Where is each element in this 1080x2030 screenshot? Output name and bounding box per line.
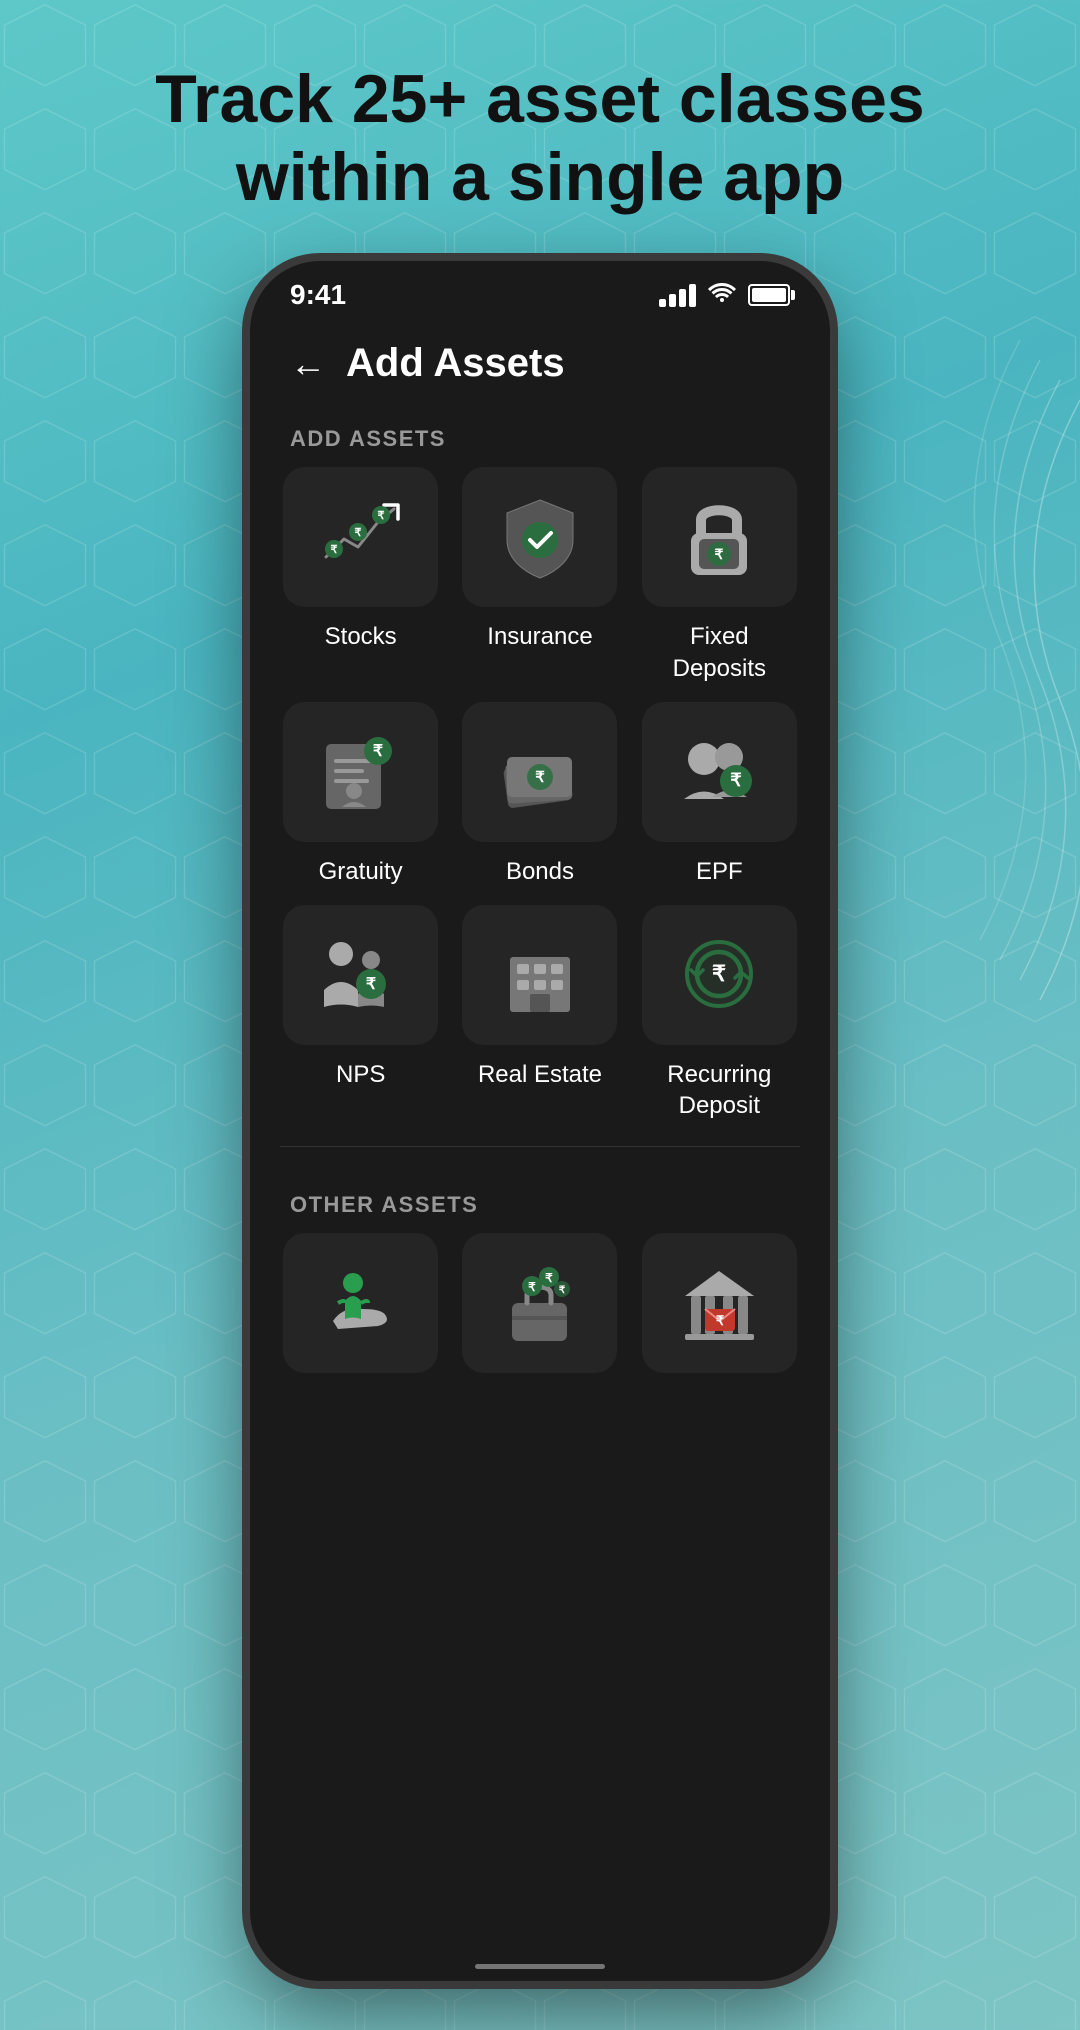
asset-gratuity[interactable]: ₹ Gratuity (280, 702, 441, 887)
page-header: ← Add Assets (250, 311, 830, 406)
page-title: Add Assets (346, 341, 565, 386)
asset-stocks[interactable]: ₹ ₹ ₹ Stocks (280, 467, 441, 683)
svg-text:₹: ₹ (377, 510, 384, 522)
asset-nps[interactable]: ₹ NPS (280, 905, 441, 1121)
svg-text:₹: ₹ (716, 1313, 725, 1328)
add-assets-label: ADD ASSETS (250, 406, 830, 467)
svg-text:₹: ₹ (529, 1280, 537, 1294)
gratuity-icon-box: ₹ (283, 702, 438, 842)
nps-icon-box: ₹ (283, 905, 438, 1045)
insurance-icon-box (462, 467, 617, 607)
svg-text:₹: ₹ (366, 976, 376, 993)
bonds-icon-box: ₹ (462, 702, 617, 842)
other-assets-grid: ₹ ₹ ₹ (250, 1233, 830, 1387)
headline: Track 25+ asset classes within a single … (95, 60, 984, 216)
svg-text:₹: ₹ (712, 961, 726, 986)
home-indicator (475, 1964, 605, 1969)
svg-text:₹: ₹ (373, 743, 383, 760)
other-1-icon-box (283, 1233, 438, 1373)
other-2-icon-box: ₹ ₹ ₹ (462, 1233, 617, 1373)
asset-epf[interactable]: ₹ EPF (639, 702, 800, 887)
other-3-icon-box: ₹ (642, 1233, 797, 1373)
status-icons (659, 281, 790, 310)
asset-recurring-deposit[interactable]: ₹ RecurringDeposit (639, 905, 800, 1121)
battery-icon (748, 284, 790, 306)
asset-other-1[interactable] (280, 1233, 441, 1387)
epf-icon-box: ₹ (642, 702, 797, 842)
other-assets-label: OTHER ASSETS (250, 1172, 830, 1233)
signal-icon (659, 284, 696, 307)
svg-text:₹: ₹ (546, 1271, 554, 1285)
wifi-icon (708, 281, 736, 310)
phone-notch (460, 261, 620, 296)
svg-text:₹: ₹ (354, 527, 361, 539)
insurance-label: Insurance (487, 621, 592, 652)
stocks-label: Stocks (325, 621, 397, 652)
clock: 9:41 (290, 279, 346, 311)
fixed-deposits-label: FixedDeposits (673, 621, 766, 683)
asset-bonds[interactable]: ₹ Bonds (459, 702, 620, 887)
gratuity-label: Gratuity (319, 856, 403, 887)
decoration-lines (920, 350, 1080, 1050)
section-divider (280, 1146, 800, 1147)
back-button[interactable]: ← (290, 343, 326, 385)
svg-text:₹: ₹ (731, 770, 743, 790)
asset-fixed-deposits[interactable]: ₹ FixedDeposits (639, 467, 800, 683)
real-estate-icon-box (462, 905, 617, 1045)
asset-other-3[interactable]: ₹ (639, 1233, 800, 1387)
epf-label: EPF (696, 856, 743, 887)
bonds-label: Bonds (506, 856, 574, 887)
svg-text:₹: ₹ (715, 546, 724, 562)
svg-text:₹: ₹ (559, 1285, 566, 1296)
add-assets-grid: ₹ ₹ ₹ Stocks Insurance (250, 467, 830, 1121)
recurring-deposit-label: RecurringDeposit (667, 1059, 771, 1121)
svg-text:₹: ₹ (330, 544, 337, 556)
real-estate-label: Real Estate (478, 1059, 602, 1090)
phone-frame: 9:41 ← Add Assets ADD ASSETS (250, 261, 830, 1981)
fixed-deposits-icon-box: ₹ (642, 467, 797, 607)
stocks-icon-box: ₹ ₹ ₹ (283, 467, 438, 607)
asset-other-2[interactable]: ₹ ₹ ₹ (459, 1233, 620, 1387)
nps-label: NPS (336, 1059, 385, 1090)
asset-insurance[interactable]: Insurance (459, 467, 620, 683)
asset-real-estate[interactable]: Real Estate (459, 905, 620, 1121)
svg-text:₹: ₹ (535, 769, 545, 786)
recurring-deposit-icon-box: ₹ (642, 905, 797, 1045)
